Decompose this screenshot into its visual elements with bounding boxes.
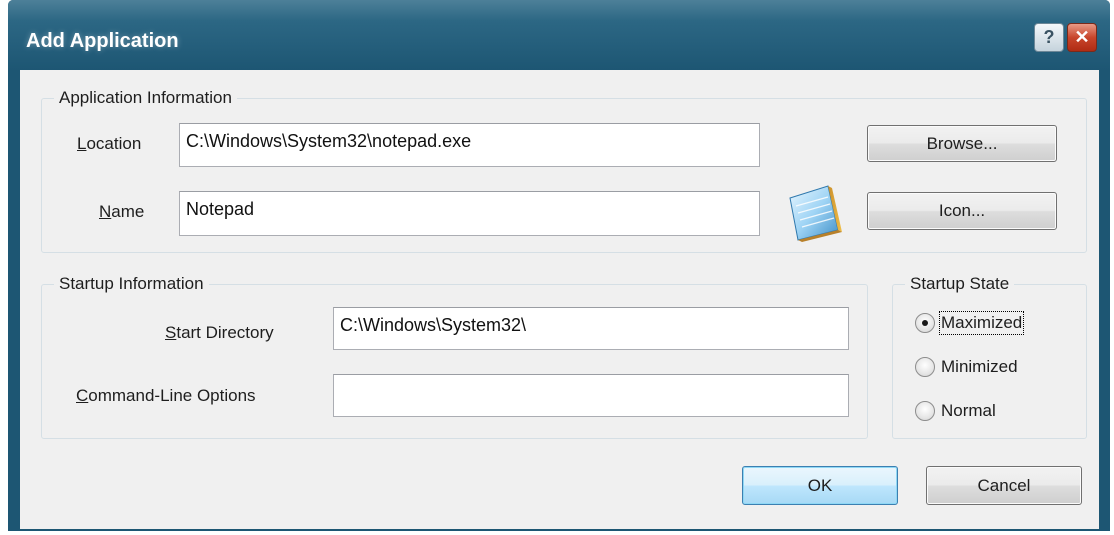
normal-label: Normal xyxy=(941,401,996,420)
application-information-legend: Application Information xyxy=(54,88,237,108)
name-input[interactable]: Notepad xyxy=(179,191,760,236)
minimized-label: Minimized xyxy=(941,357,1018,376)
dialog-body: Application Information Location C:\Wind… xyxy=(20,70,1099,529)
icon-button[interactable]: Icon... xyxy=(867,192,1057,230)
command-line-options-label: Command-Line Options xyxy=(76,386,256,405)
minimized-radio[interactable]: Minimized xyxy=(915,357,1018,377)
ok-button[interactable]: OK xyxy=(742,466,898,505)
add-application-dialog: Add Application ? ✕ Application Informat… xyxy=(8,0,1110,531)
name-label: Name xyxy=(99,202,145,221)
close-icon: ✕ xyxy=(1074,27,1090,47)
startup-information-legend: Startup Information xyxy=(54,274,209,294)
notepad-icon xyxy=(784,182,844,244)
dialog-title: Add Application xyxy=(26,30,179,52)
radio-selected-icon xyxy=(915,313,935,333)
close-button[interactable]: ✕ xyxy=(1067,23,1097,52)
radio-unselected-icon xyxy=(915,357,935,377)
startup-state-legend: Startup State xyxy=(905,274,1015,294)
help-icon: ? xyxy=(1043,27,1055,47)
cancel-button[interactable]: Cancel xyxy=(926,466,1082,505)
start-directory-input[interactable]: C:\Windows\System32\ xyxy=(333,307,849,350)
location-label: Location xyxy=(77,134,142,153)
radio-unselected-icon xyxy=(915,401,935,421)
maximized-label: Maximized xyxy=(938,311,1025,335)
normal-radio[interactable]: Normal xyxy=(915,401,996,421)
command-line-options-input[interactable] xyxy=(333,374,849,417)
start-directory-label: Start Directory xyxy=(165,323,274,342)
title-bar[interactable]: Add Application ? ✕ xyxy=(8,0,1110,70)
maximized-radio[interactable]: Maximized xyxy=(915,311,1025,335)
browse-button[interactable]: Browse... xyxy=(867,125,1057,162)
location-input[interactable]: C:\Windows\System32\notepad.exe xyxy=(179,123,760,167)
help-button[interactable]: ? xyxy=(1034,23,1064,52)
